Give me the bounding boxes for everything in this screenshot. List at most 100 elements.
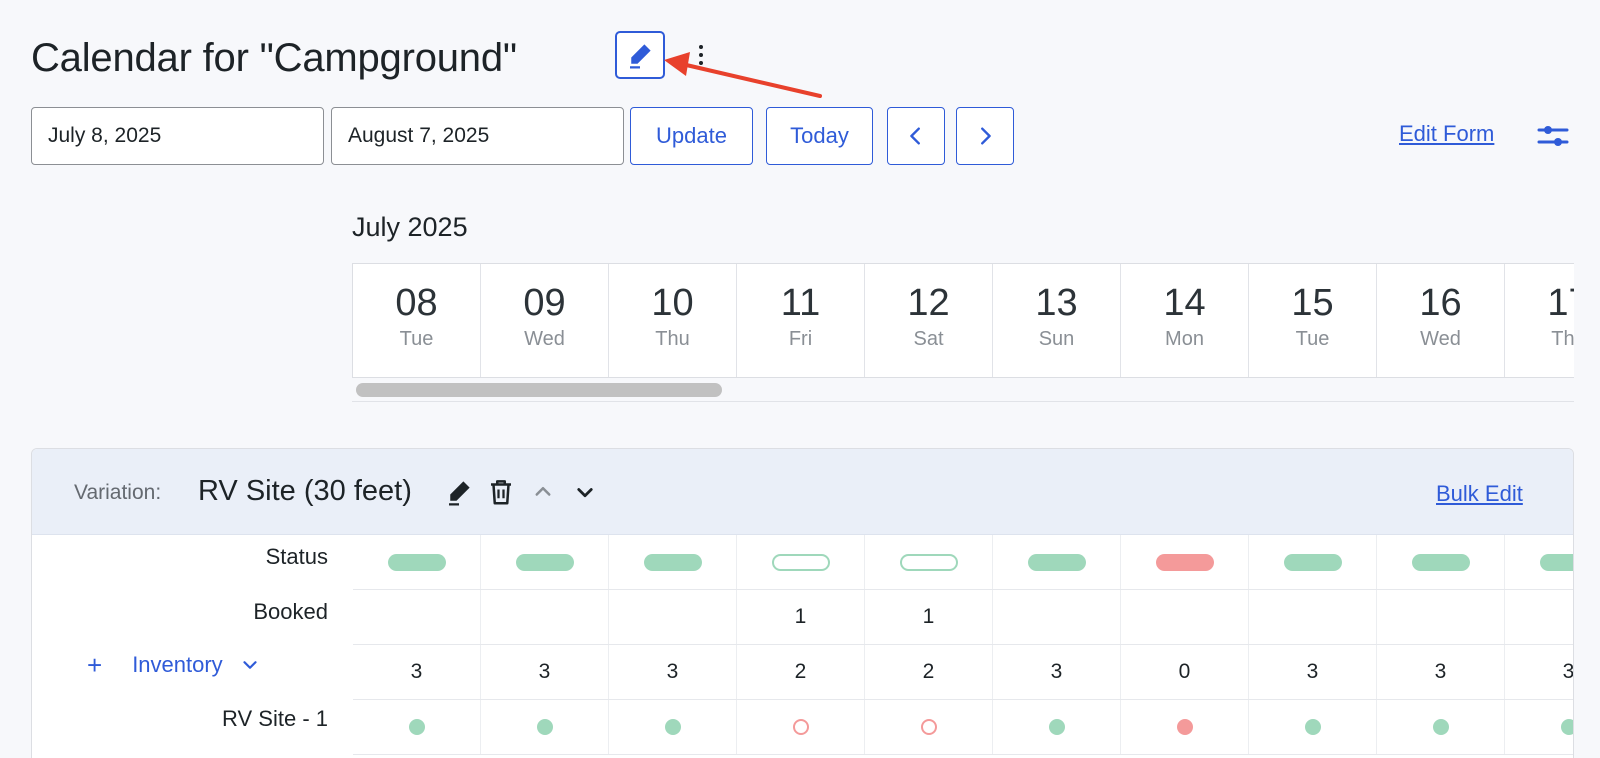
status-available-indicator — [1027, 553, 1086, 571]
sliders-icon[interactable] — [1536, 119, 1570, 153]
inventory-cell[interactable]: 3 — [1505, 645, 1573, 699]
pencil-icon — [630, 44, 651, 69]
booked-cell[interactable] — [993, 590, 1121, 644]
status-cell[interactable] — [609, 535, 737, 589]
today-button[interactable]: Today — [766, 107, 873, 165]
variation-panel: Variation: RV Site (30 feet) Bulk Edit S… — [31, 448, 1574, 758]
booked-cell[interactable]: 1 — [865, 590, 993, 644]
status-available-indicator — [643, 553, 702, 571]
previous-button[interactable] — [887, 107, 945, 165]
inventory-cell[interactable]: 2 — [737, 645, 865, 699]
unit-available-indicator — [1560, 719, 1573, 735]
unit-blocked-indicator — [1176, 719, 1193, 735]
day-column-header: 11 Fri — [737, 264, 865, 377]
status-cell[interactable] — [481, 535, 609, 589]
day-number: 14 — [1163, 282, 1206, 324]
booked-cell[interactable] — [609, 590, 737, 644]
inventory-cell[interactable]: 3 — [353, 645, 481, 699]
status-cell[interactable] — [353, 535, 481, 589]
status-cell[interactable] — [865, 535, 993, 589]
unit-available-indicator — [1048, 719, 1065, 735]
day-column-header: 09 Wed — [481, 264, 609, 377]
unit-available-indicator — [1432, 719, 1449, 735]
edit-title-button[interactable] — [615, 31, 665, 79]
booked-row: 11 — [353, 590, 1573, 645]
day-name: Sun — [1038, 328, 1075, 350]
unit-status-cell[interactable] — [481, 700, 609, 754]
status-cell[interactable] — [737, 535, 865, 589]
end-date-input[interactable] — [331, 107, 624, 165]
day-name: Thu — [1551, 328, 1574, 350]
status-available-indicator — [1283, 553, 1342, 571]
scrollbar-thumb[interactable] — [356, 383, 722, 397]
unit-row-label: RV Site - 1 — [222, 706, 328, 731]
update-button[interactable]: Update — [630, 107, 753, 165]
inventory-row-label[interactable]: + Inventory — [87, 652, 261, 678]
unit-status-cell[interactable] — [993, 700, 1121, 754]
chevron-up-icon[interactable] — [528, 477, 558, 507]
inventory-cell[interactable]: 3 — [481, 645, 609, 699]
inventory-cell[interactable]: 2 — [865, 645, 993, 699]
variation-name: RV Site (30 feet) — [198, 475, 412, 507]
unit-status-cell[interactable] — [1505, 700, 1573, 754]
chevron-down-icon[interactable] — [239, 654, 261, 676]
inventory-label[interactable]: Inventory — [132, 652, 223, 678]
inventory-cell[interactable]: 3 — [609, 645, 737, 699]
booked-cell[interactable]: 1 — [737, 590, 865, 644]
month-label: July 2025 — [352, 212, 468, 242]
inventory-cell[interactable]: 3 — [1377, 645, 1505, 699]
status-cell[interactable] — [1121, 535, 1249, 589]
status-full-indicator — [1155, 553, 1214, 571]
unit-status-cell[interactable] — [737, 700, 865, 754]
day-column-header: 12 Sat — [865, 264, 993, 377]
booked-cell[interactable] — [1121, 590, 1249, 644]
unit-booked-indicator — [792, 719, 809, 735]
booked-cell[interactable] — [353, 590, 481, 644]
day-column-header: 13 Sun — [993, 264, 1121, 377]
date-toolbar: Update Today Edit Form — [31, 107, 1571, 165]
next-button[interactable] — [956, 107, 1014, 165]
unit-available-indicator — [664, 719, 681, 735]
bulk-edit-link[interactable]: Bulk Edit — [1436, 481, 1523, 507]
booked-cell[interactable] — [481, 590, 609, 644]
title-row: Calendar for "Campground" — [31, 28, 517, 88]
unit-status-cell[interactable] — [1377, 700, 1505, 754]
status-partial-indicator — [771, 553, 830, 571]
unit-status-cell[interactable] — [865, 700, 993, 754]
status-available-indicator — [387, 553, 446, 571]
chevron-down-icon[interactable] — [570, 477, 600, 507]
start-date-input[interactable] — [31, 107, 324, 165]
status-cell[interactable] — [993, 535, 1121, 589]
status-available-indicator — [1539, 553, 1573, 571]
day-number: 09 — [523, 282, 566, 324]
status-row-label: Status — [265, 544, 328, 569]
status-cell[interactable] — [1377, 535, 1505, 589]
inventory-cell[interactable]: 0 — [1121, 645, 1249, 699]
day-number: 17 — [1547, 282, 1574, 324]
plus-icon[interactable]: + — [87, 652, 102, 678]
day-name: Sat — [913, 328, 944, 350]
day-number: 16 — [1419, 282, 1462, 324]
day-column-header: 14 Mon — [1121, 264, 1249, 377]
day-number: 08 — [395, 282, 438, 324]
edit-form-link[interactable]: Edit Form — [1399, 121, 1494, 147]
booked-row-label: Booked — [253, 599, 328, 624]
chevron-left-icon — [910, 127, 920, 145]
inventory-cell[interactable]: 3 — [993, 645, 1121, 699]
unit-status-cell[interactable] — [1121, 700, 1249, 754]
day-column-header: 10 Thu — [609, 264, 737, 377]
status-cell[interactable] — [1505, 535, 1573, 589]
unit-status-cell[interactable] — [609, 700, 737, 754]
status-cell[interactable] — [1249, 535, 1377, 589]
booked-cell[interactable] — [1505, 590, 1573, 644]
day-name: Tue — [399, 328, 434, 350]
trash-icon[interactable] — [486, 477, 516, 507]
day-column-header: 17 Thu — [1505, 264, 1574, 377]
inventory-cell[interactable]: 3 — [1249, 645, 1377, 699]
horizontal-scrollbar[interactable] — [352, 378, 1574, 402]
pencil-icon[interactable] — [444, 477, 474, 507]
unit-status-cell[interactable] — [1249, 700, 1377, 754]
unit-status-cell[interactable] — [353, 700, 481, 754]
booked-cell[interactable] — [1377, 590, 1505, 644]
booked-cell[interactable] — [1249, 590, 1377, 644]
